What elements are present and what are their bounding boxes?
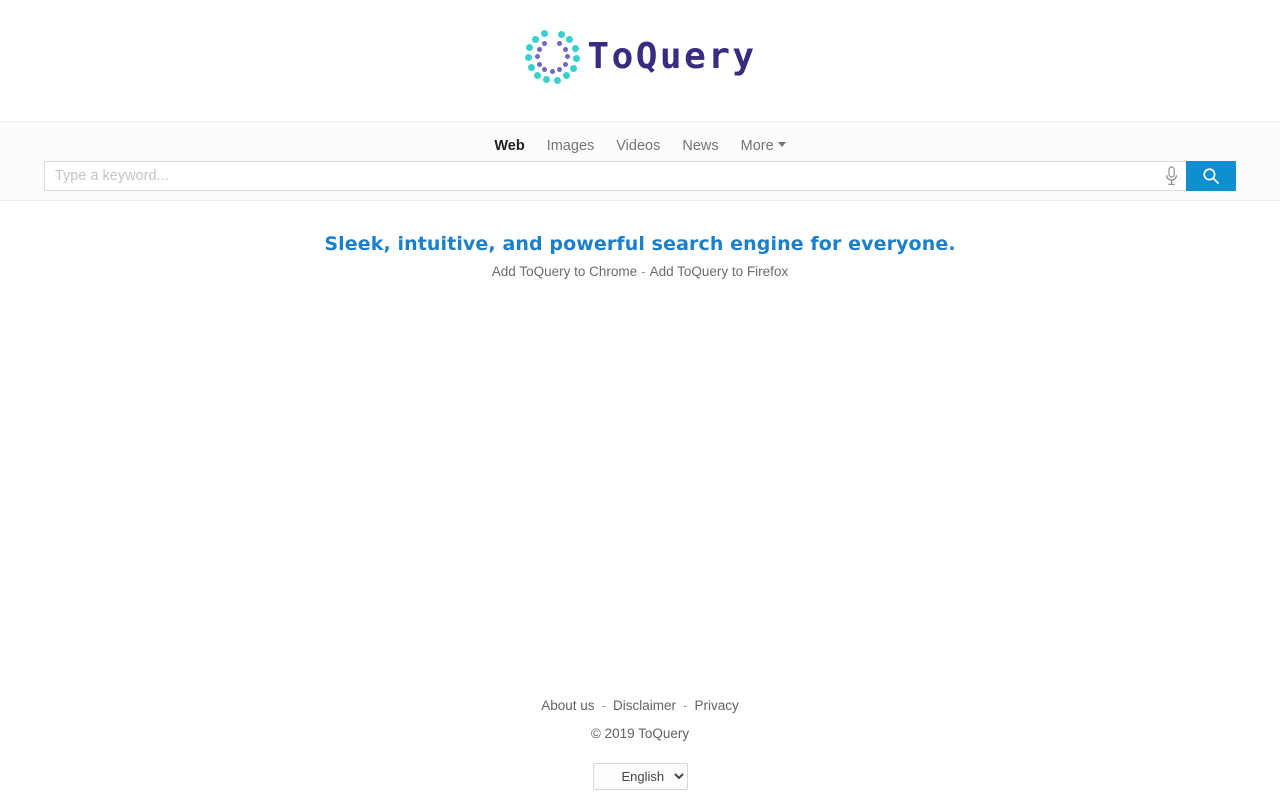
- voice-search-button[interactable]: [1156, 162, 1186, 190]
- footer-separator-1: -: [601, 698, 607, 713]
- microphone-icon: [1165, 166, 1177, 186]
- tab-web[interactable]: Web: [494, 138, 524, 154]
- search-input-wrapper: [44, 161, 1186, 191]
- search-form: [44, 161, 1236, 191]
- search-band: Web Images Videos News More: [0, 121, 1280, 201]
- language-select[interactable]: English: [592, 763, 688, 790]
- site-logo[interactable]: ToQuery: [523, 25, 756, 89]
- footer-link-disclaimer[interactable]: Disclaimer: [613, 698, 676, 713]
- add-to-firefox-link[interactable]: Add ToQuery to Firefox: [650, 264, 789, 279]
- footer-separator-2: -: [683, 698, 688, 713]
- footer-link-about-us[interactable]: About us: [541, 698, 594, 713]
- logo-wordmark: ToQuery: [587, 35, 757, 77]
- language-selector-wrapper: English: [0, 763, 1280, 790]
- tab-news[interactable]: News: [682, 138, 718, 154]
- search-icon: [1203, 168, 1219, 184]
- chevron-down-icon: [777, 142, 786, 148]
- footer-link-privacy[interactable]: Privacy: [695, 698, 739, 713]
- tab-videos[interactable]: Videos: [616, 138, 660, 154]
- site-header: ToQuery: [0, 0, 1280, 121]
- add-to-chrome-link[interactable]: Add ToQuery to Chrome: [492, 264, 637, 279]
- tagline: Sleek, intuitive, and powerful search en…: [324, 233, 956, 255]
- page-root: ToQuery Web Images Videos News More Type…: [0, 0, 1280, 800]
- tab-more[interactable]: More: [741, 138, 786, 154]
- dot-circle-logo-icon: [523, 28, 581, 86]
- footer-links: About us - Disclaimer - Privacy: [0, 698, 1280, 713]
- search-submit-button[interactable]: [1186, 161, 1236, 191]
- addons-separator: -: [641, 264, 646, 279]
- main-content: Sleek, intuitive, and powerful search en…: [0, 201, 1280, 279]
- tab-images[interactable]: Images: [547, 138, 595, 154]
- vertical-tabs: Web Images Videos News More: [0, 122, 1280, 161]
- tab-more-label: More: [740, 137, 774, 154]
- copyright-text: © 2019 ToQuery: [590, 726, 690, 741]
- search-input[interactable]: [45, 163, 1156, 189]
- site-footer: About us - Disclaimer - Privacy © 2019 ToQue…: [0, 698, 1280, 800]
- browser-addons-row: Add ToQuery to Chrome - Add ToQuery to Fir…: [0, 264, 1280, 279]
